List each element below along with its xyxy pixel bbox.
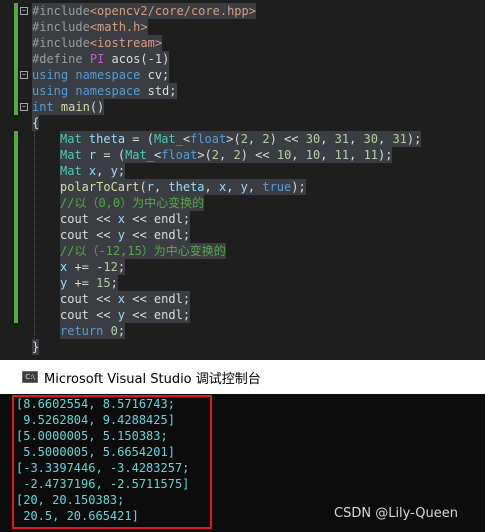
code-line[interactable]: {	[0, 115, 485, 131]
code-text: cout << x << endl;	[60, 291, 191, 307]
code-text: #define PI acos(-1)	[32, 51, 170, 67]
code-line[interactable]: cout << y << endl;	[0, 307, 485, 323]
code-text: cout << y << endl;	[60, 307, 191, 323]
change-marker	[14, 291, 18, 307]
code-line[interactable]: //以（-12,15）为中心变换的	[0, 243, 485, 259]
code-text: using namespace std;	[32, 83, 177, 99]
code-line[interactable]: #define PI acos(-1)	[0, 51, 485, 67]
code-line[interactable]: cout << x << endl;	[0, 291, 485, 307]
watermark: CSDN @Lily-Queen	[334, 506, 459, 521]
code-line[interactable]: #include<iostream>	[0, 35, 485, 51]
change-marker	[14, 99, 18, 115]
code-line[interactable]: cout << x << endl;	[0, 211, 485, 227]
code-text: polarToCart(r, theta, x, y, true);	[60, 179, 306, 195]
code-line[interactable]: }	[0, 339, 485, 355]
code-text: #include<math.h>	[32, 19, 148, 35]
change-marker	[14, 211, 18, 227]
code-text: int main()	[32, 99, 105, 115]
change-marker	[14, 275, 18, 291]
code-text: return 0;	[60, 323, 126, 339]
code-comment: //以（0,0）为中心变换的	[60, 195, 205, 211]
code-text: Mat theta = (Mat_<float>(2, 2) << 30, 31…	[60, 131, 422, 147]
change-marker	[14, 163, 18, 179]
code-text: cout << x << endl;	[60, 211, 191, 227]
code-line[interactable]: #include<math.h>	[0, 19, 485, 35]
code-line[interactable]: using namespace std;	[0, 83, 485, 99]
code-text: }	[32, 339, 40, 355]
code-line[interactable]: x += -12;	[0, 259, 485, 275]
code-text: Mat x, y;	[60, 163, 126, 179]
change-marker	[14, 83, 18, 99]
code-text: {	[32, 115, 40, 131]
code-text: using namespace cv;	[32, 67, 170, 83]
console-app-icon: C:\	[22, 371, 38, 383]
change-marker	[14, 3, 18, 19]
code-comment: //以（-12,15）为中心变换的	[60, 243, 226, 259]
code-line[interactable]: Mat theta = (Mat_<float>(2, 2) << 30, 31…	[0, 131, 485, 147]
change-marker	[14, 227, 18, 243]
code-line[interactable]: return 0;	[0, 323, 485, 339]
change-marker	[14, 67, 18, 83]
code-line[interactable]: − int main()	[0, 99, 485, 115]
code-text: #include<iostream>	[32, 35, 163, 51]
collapse-icon[interactable]: −	[20, 71, 28, 79]
code-text: y += 15;	[60, 275, 118, 291]
code-text: #include<opencv2/core/core.hpp>	[32, 3, 256, 19]
change-marker	[14, 307, 18, 323]
code-line[interactable]: − using namespace cv;	[0, 67, 485, 83]
code-line[interactable]: cout << y << endl;	[0, 227, 485, 243]
code-line[interactable]: − #include<opencv2/core/core.hpp>	[0, 3, 485, 19]
change-marker	[14, 259, 18, 275]
highlight-box	[12, 395, 212, 529]
change-marker	[14, 51, 18, 67]
code-line[interactable]: polarToCart(r, theta, x, y, true);	[0, 179, 485, 195]
code-text: cout << y << endl;	[60, 227, 191, 243]
change-marker	[14, 195, 18, 211]
change-marker	[14, 243, 18, 259]
change-marker	[14, 147, 18, 163]
console-titlebar[interactable]: C:\ Microsoft Visual Studio 调试控制台	[0, 360, 485, 394]
code-line[interactable]: Mat r = (Mat_<float>(2, 2) << 10, 10, 11…	[0, 147, 485, 163]
code-text: Mat r = (Mat_<float>(2, 2) << 10, 10, 11…	[60, 147, 393, 163]
window-title: Microsoft Visual Studio 调试控制台	[44, 372, 261, 387]
collapse-icon[interactable]: −	[20, 103, 28, 111]
code-line[interactable]: y += 15;	[0, 275, 485, 291]
code-line[interactable]: Mat x, y;	[0, 163, 485, 179]
collapse-icon[interactable]: −	[20, 7, 28, 15]
change-marker	[14, 179, 18, 195]
change-marker	[14, 131, 18, 147]
code-line[interactable]: //以（0,0）为中心变换的	[0, 195, 485, 211]
code-editor[interactable]: − #include<opencv2/core/core.hpp> #inclu…	[0, 0, 485, 360]
change-marker	[14, 19, 18, 35]
code-text: x += -12;	[60, 259, 126, 275]
change-marker	[14, 35, 18, 51]
